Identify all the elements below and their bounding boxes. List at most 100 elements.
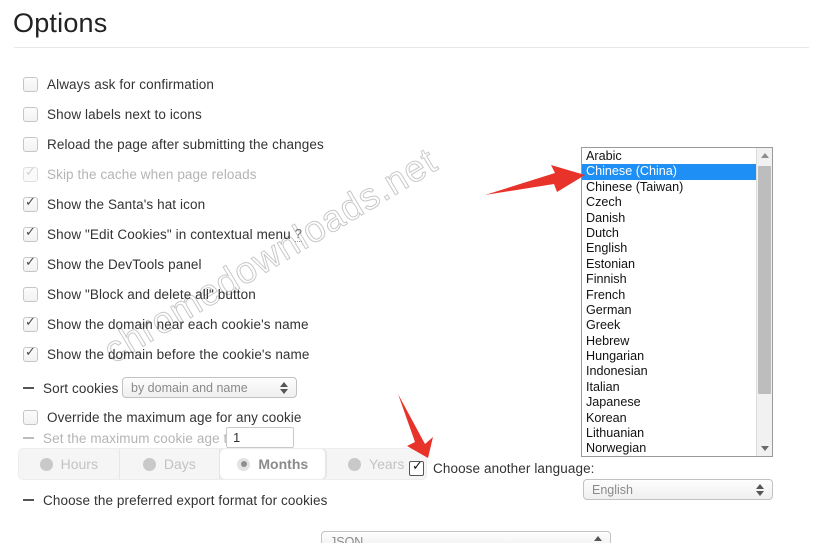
checkbox-santa-hat[interactable]: [23, 195, 38, 212]
language-list-item[interactable]: Lithuanian: [582, 426, 756, 441]
scroll-down-arrow-icon[interactable]: [757, 440, 772, 456]
choose-another-language-row[interactable]: Choose another language:: [409, 457, 595, 479]
option-label: Show "Edit Cookies" in contextual menu: [47, 226, 291, 242]
scrollbar-thumb[interactable]: [758, 166, 771, 394]
age-unit-radio-group[interactable]: Hours Days Months Years: [18, 448, 427, 480]
header-divider: [14, 47, 809, 48]
checkbox-choose-another-language[interactable]: [409, 459, 424, 476]
radio-dot-icon: [348, 457, 362, 471]
dash-bullet-icon: [23, 387, 34, 389]
language-list-item[interactable]: Hebrew: [582, 334, 756, 349]
option-row-devtools-panel[interactable]: Show the DevTools panel: [23, 253, 202, 275]
annotation-arrow-to-language-list: [485, 165, 585, 195]
sort-cookies-label: Sort cookies: [43, 380, 119, 396]
option-row-reload-page[interactable]: Reload the page after submitting the cha…: [23, 133, 324, 155]
language-listbox-items[interactable]: Arabic Chinese (China) Chinese (Taiwan) Cze…: [582, 148, 756, 456]
help-question-link[interactable]: ?: [294, 226, 302, 242]
option-label: Show the DevTools panel: [47, 256, 202, 272]
checkbox-block-delete-all[interactable]: [23, 286, 38, 302]
option-label: Reload the page after submitting the cha…: [47, 136, 324, 152]
max-cookie-age-label: Set the maximum cookie age to: [43, 430, 235, 446]
updown-arrows-icon: [756, 483, 765, 497]
export-format-value: JSON: [330, 534, 364, 543]
options-page: Options chromedownloads.net Always ask f…: [0, 0, 819, 543]
option-label: Skip the cache when page reloads: [47, 166, 257, 182]
language-listbox[interactable]: Arabic Chinese (China) Chinese (Taiwan) Cze…: [581, 147, 773, 457]
checkbox-devtools-panel[interactable]: [23, 255, 38, 272]
language-list-item[interactable]: Chinese (China): [582, 164, 756, 180]
language-list-item[interactable]: Finnish: [582, 272, 756, 287]
override-max-age-label: Override the maximum age for any cookie: [47, 409, 302, 425]
checkbox-override-max-age[interactable]: [23, 409, 38, 425]
choose-another-language-label: Choose another language:: [433, 460, 595, 476]
option-label: Show the domain near each cookie's name: [47, 316, 309, 332]
checkbox-always-ask[interactable]: [23, 76, 38, 92]
language-list-item[interactable]: German: [582, 303, 756, 318]
language-list-item[interactable]: Italian: [582, 380, 756, 395]
dash-bullet-icon: [23, 437, 34, 439]
page-title: Options: [13, 8, 108, 38]
option-row-block-delete-all[interactable]: Show "Block and delete all" button: [23, 283, 256, 305]
updown-arrows-icon: [280, 381, 289, 395]
language-list-item[interactable]: Indonesian: [582, 364, 756, 379]
language-list-item[interactable]: Czech: [582, 195, 756, 210]
another-language-select[interactable]: English: [583, 479, 773, 500]
language-list-item[interactable]: English: [582, 241, 756, 256]
option-label: Show "Block and delete all" button: [47, 286, 256, 302]
radio-label: Years: [369, 456, 405, 472]
language-list-item[interactable]: Chinese (Taiwan): [582, 180, 756, 195]
option-row-domain-before-name[interactable]: Show the domain before the cookie's name: [23, 343, 309, 365]
page-header: Options: [0, 0, 819, 47]
radio-dot-icon: [237, 457, 251, 471]
option-row-domain-near-name[interactable]: Show the domain near each cookie's name: [23, 313, 309, 335]
radio-dot-icon: [142, 457, 156, 471]
checkbox-show-labels[interactable]: [23, 106, 38, 122]
language-listbox-scrollbar[interactable]: [756, 148, 772, 456]
language-list-item[interactable]: Japanese: [582, 395, 756, 410]
language-list-item[interactable]: Korean: [582, 411, 756, 426]
option-row-edit-cookies-menu[interactable]: Show "Edit Cookies" in contextual menu ?: [23, 223, 302, 245]
option-row-skip-cache: Skip the cache when page reloads: [23, 163, 257, 185]
export-format-row: Choose the preferred export format for c…: [23, 489, 328, 511]
sort-cookies-select[interactable]: by domain and name: [122, 377, 297, 398]
override-max-age-row[interactable]: Override the maximum age for any cookie: [23, 406, 302, 428]
option-row-show-labels[interactable]: Show labels next to icons: [23, 103, 202, 125]
option-label: Always ask for confirmation: [47, 76, 215, 92]
option-label: Show the domain before the cookie's name: [47, 346, 310, 362]
option-label: Show the Santa's hat icon: [47, 196, 206, 212]
option-row-always-ask[interactable]: Always ask for confirmation: [23, 73, 214, 95]
dash-bullet-icon: [23, 499, 34, 501]
sort-cookies-value: by domain and name: [131, 380, 248, 395]
language-list-item[interactable]: Greek: [582, 318, 756, 333]
option-label: Show labels next to icons: [47, 106, 202, 122]
language-list-item[interactable]: Danish: [582, 211, 756, 226]
language-list-item[interactable]: Arabic: [582, 149, 756, 164]
max-cookie-age-row: Set the maximum cookie age to: [23, 427, 235, 449]
language-list-item[interactable]: Hungarian: [582, 349, 756, 364]
radio-hours[interactable]: Hours: [19, 449, 120, 479]
language-list-item[interactable]: French: [582, 288, 756, 303]
export-format-label: Choose the preferred export format for c…: [43, 492, 328, 508]
radio-label: Months: [258, 456, 309, 472]
language-list-item[interactable]: Dutch: [582, 226, 756, 241]
scroll-up-arrow-icon[interactable]: [757, 148, 772, 164]
checkbox-edit-cookies-menu[interactable]: [23, 225, 38, 242]
updown-arrows-icon: [594, 535, 603, 543]
radio-label: Hours: [60, 456, 98, 472]
max-cookie-age-input[interactable]: 1: [226, 427, 294, 448]
radio-months[interactable]: Months: [220, 449, 327, 479]
checkbox-domain-before-name[interactable]: [23, 345, 38, 362]
radio-days[interactable]: Days: [120, 449, 221, 479]
option-row-santa-hat[interactable]: Show the Santa's hat icon: [23, 193, 205, 215]
language-list-item[interactable]: Norwegian: [582, 441, 756, 456]
radio-label: Days: [163, 456, 196, 472]
sort-cookies-row: Sort cookies: [23, 377, 118, 399]
checkbox-skip-cache: [23, 165, 38, 182]
checkbox-reload-page[interactable]: [23, 136, 38, 152]
language-list-item[interactable]: Estonian: [582, 257, 756, 272]
checkbox-domain-near-name[interactable]: [23, 315, 38, 332]
max-cookie-age-value: 1: [233, 430, 241, 445]
radio-dot-icon: [39, 457, 53, 471]
another-language-value: English: [592, 482, 633, 497]
export-format-select[interactable]: JSON: [321, 531, 611, 543]
